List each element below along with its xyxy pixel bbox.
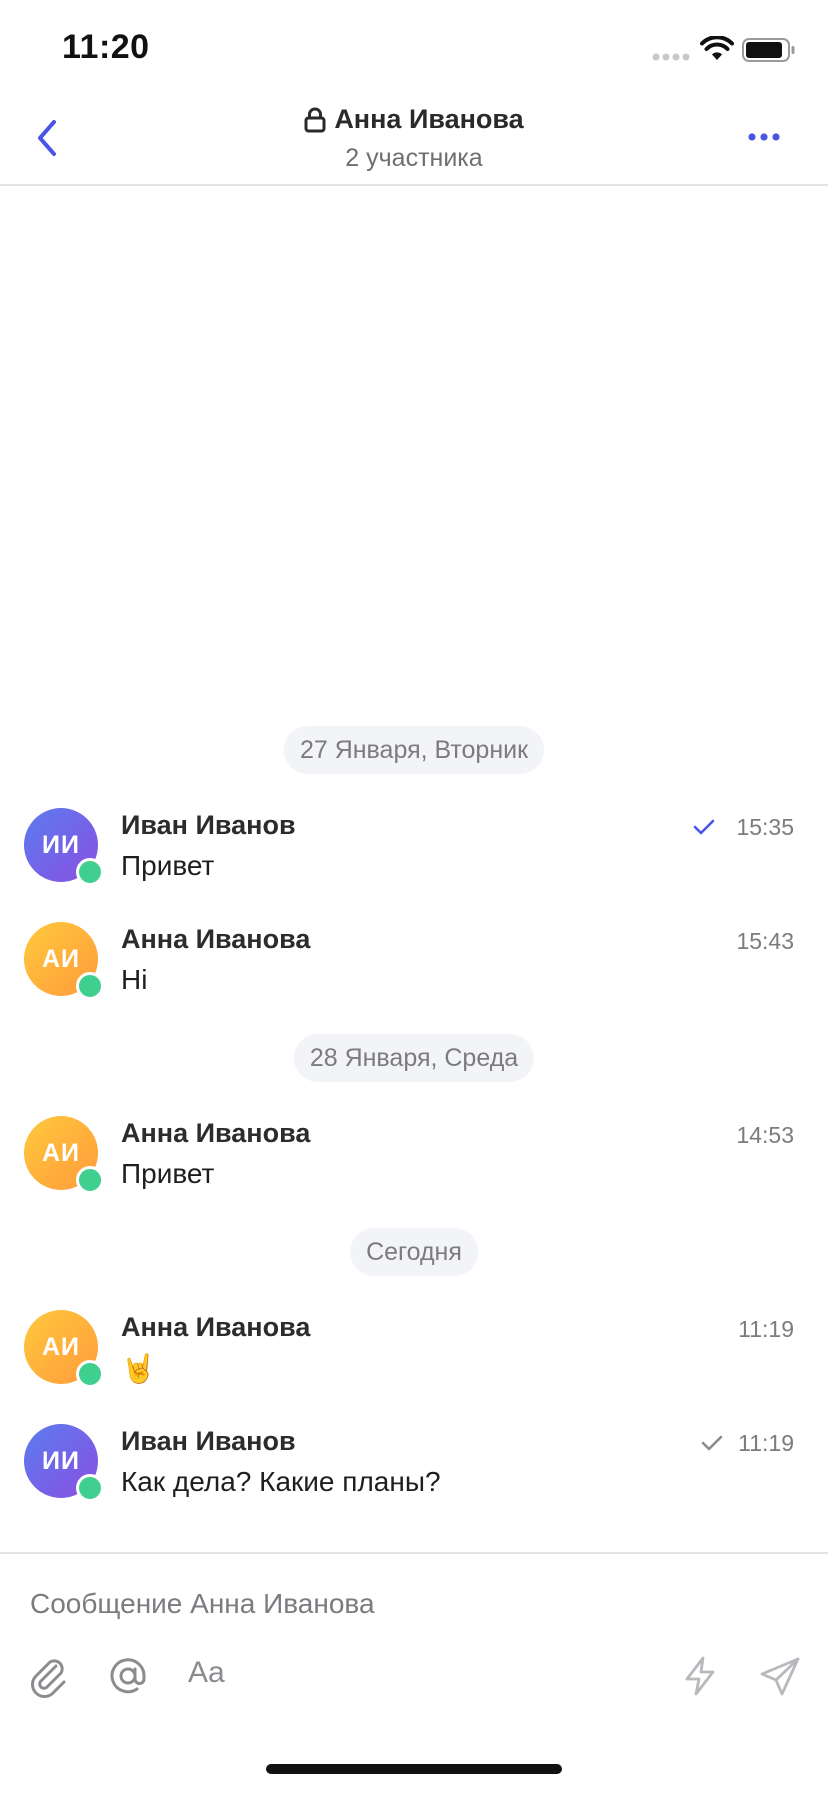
message-item[interactable]: АИ Анна Иванова Привет 14:53 bbox=[0, 1116, 828, 1212]
avatar-initials: АИ bbox=[41, 1332, 81, 1361]
avatar-initials: ИИ bbox=[42, 830, 80, 859]
battery-icon bbox=[742, 38, 795, 62]
online-status-indicator bbox=[76, 972, 104, 1000]
message-time: 15:43 bbox=[736, 928, 794, 954]
lightning-icon[interactable] bbox=[678, 1654, 722, 1698]
message-text: Привет bbox=[121, 1158, 215, 1189]
text-format-button[interactable]: Aa bbox=[188, 1656, 225, 1690]
date-separator: Сегодня bbox=[350, 1228, 478, 1276]
header-title-block: Анна Иванова 2 участника bbox=[0, 104, 828, 173]
avatar[interactable]: ИИ bbox=[24, 1424, 104, 1502]
avatar[interactable]: АИ bbox=[24, 1310, 104, 1388]
message-author: Анна Иванова bbox=[121, 1312, 311, 1342]
avatar-initials: АИ bbox=[41, 1138, 81, 1167]
message-time: 15:35 bbox=[736, 814, 794, 840]
message-item[interactable]: АИ Анна Иванова 🤘 11:19 bbox=[0, 1310, 828, 1406]
chat-title[interactable]: Анна Иванова bbox=[304, 104, 524, 135]
chat-participants-count: 2 участника bbox=[345, 143, 483, 172]
message-author: Иван Иванов bbox=[121, 810, 296, 840]
date-separator: 28 Января, Среда bbox=[293, 1034, 535, 1082]
chat-title-text: Анна Иванова bbox=[334, 104, 524, 134]
message-time: 11:19 bbox=[738, 1430, 794, 1456]
message-item[interactable]: ИИ Иван Иванов Как дела? Какие планы? 11… bbox=[0, 1424, 828, 1520]
status-bar: 11:20 bbox=[0, 0, 828, 96]
online-status-indicator bbox=[76, 858, 104, 886]
avatar[interactable]: АИ bbox=[24, 1116, 104, 1194]
wifi-icon bbox=[700, 36, 734, 60]
message-author: Анна Иванова bbox=[121, 1118, 311, 1148]
message-author: Анна Иванова bbox=[121, 924, 311, 954]
lock-icon bbox=[304, 107, 326, 132]
cellular-signal-icon bbox=[652, 53, 690, 61]
message-author: Иван Иванов bbox=[121, 1426, 296, 1456]
read-check-icon bbox=[693, 819, 715, 835]
more-options-button[interactable] bbox=[740, 122, 790, 152]
message-text: Как дела? Какие планы? bbox=[121, 1466, 441, 1497]
avatar[interactable]: ИИ bbox=[24, 808, 104, 886]
message-text: Hi bbox=[121, 964, 148, 995]
send-icon[interactable] bbox=[758, 1654, 802, 1698]
message-composer: Aa bbox=[0, 1552, 828, 1794]
avatar[interactable]: АИ bbox=[24, 922, 104, 1000]
message-input[interactable] bbox=[30, 1576, 790, 1632]
message-text: Привет bbox=[121, 850, 215, 881]
date-separator: 27 Января, Вторник bbox=[283, 726, 545, 774]
message-time: 11:19 bbox=[738, 1316, 794, 1342]
paperclip-icon[interactable] bbox=[26, 1654, 70, 1698]
avatar-initials: ИИ bbox=[42, 1446, 80, 1475]
online-status-indicator bbox=[76, 1360, 104, 1388]
message-time: 14:53 bbox=[736, 1122, 794, 1148]
message-item[interactable]: ИИ Иван Иванов Привет 15:35 bbox=[0, 808, 828, 904]
mention-at-icon[interactable] bbox=[106, 1654, 150, 1698]
online-status-indicator bbox=[76, 1474, 104, 1502]
sent-check-icon bbox=[701, 1435, 723, 1451]
status-time: 11:20 bbox=[62, 28, 150, 66]
home-indicator[interactable] bbox=[266, 1764, 562, 1774]
chat-header: Анна Иванова 2 участника bbox=[0, 96, 828, 186]
message-emoji: 🤘 bbox=[121, 1353, 156, 1384]
avatar-initials: АИ bbox=[41, 944, 81, 973]
message-item[interactable]: АИ Анна Иванова Hi 15:43 bbox=[0, 922, 828, 1018]
online-status-indicator bbox=[76, 1166, 104, 1194]
